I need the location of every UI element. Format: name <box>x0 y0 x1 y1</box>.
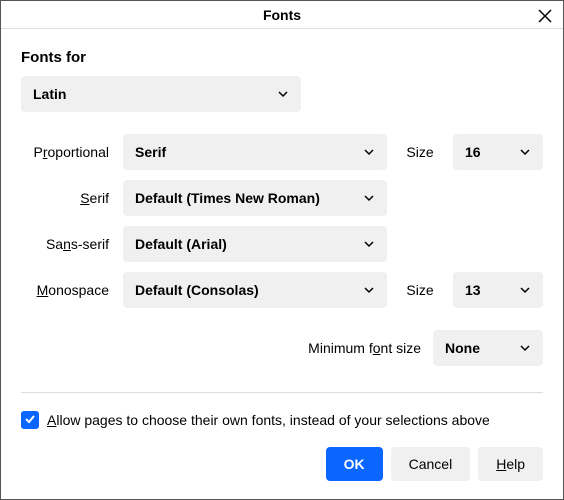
minimum-font-label: Minimum font size <box>308 340 421 356</box>
sansserif-value: Default (Arial) <box>135 236 227 252</box>
sansserif-label: Sans-serif <box>21 236 113 252</box>
monospace-size-label: Size <box>397 282 443 298</box>
ok-button[interactable]: OK <box>326 447 383 481</box>
monospace-size-select[interactable]: 13 <box>453 272 543 308</box>
monospace-select[interactable]: Default (Consolas) <box>123 272 387 308</box>
minimum-font-select[interactable]: None <box>433 330 543 366</box>
minimum-font-value: None <box>445 340 480 356</box>
chevron-down-icon <box>519 284 531 296</box>
proportional-size-label: Size <box>397 144 443 160</box>
serif-value: Default (Times New Roman) <box>135 190 320 206</box>
sansserif-select[interactable]: Default (Arial) <box>123 226 387 262</box>
language-value: Latin <box>33 86 66 102</box>
fonts-dialog: Fonts Fonts for Latin Proportional Serif… <box>0 0 564 500</box>
proportional-size-value: 16 <box>465 144 481 160</box>
proportional-size-select[interactable]: 16 <box>453 134 543 170</box>
titlebar: Fonts <box>1 1 563 29</box>
allow-pages-checkbox[interactable] <box>21 411 39 429</box>
serif-label: Serif <box>21 190 113 206</box>
proportional-label: Proportional <box>21 144 113 160</box>
chevron-down-icon <box>363 284 375 296</box>
minimum-font-row: Minimum font size None <box>21 330 543 366</box>
monospace-value: Default (Consolas) <box>135 282 259 298</box>
dialog-content: Fonts for Latin Proportional Serif Size … <box>1 29 563 429</box>
monospace-label: Monospace <box>21 282 113 298</box>
divider <box>21 392 543 393</box>
cancel-button[interactable]: Cancel <box>391 447 471 481</box>
allow-pages-row: Allow pages to choose their own fonts, i… <box>21 411 543 429</box>
chevron-down-icon <box>277 88 289 100</box>
serif-select[interactable]: Default (Times New Roman) <box>123 180 387 216</box>
language-select[interactable]: Latin <box>21 76 301 112</box>
chevron-down-icon <box>363 192 375 204</box>
proportional-select[interactable]: Serif <box>123 134 387 170</box>
chevron-down-icon <box>519 342 531 354</box>
chevron-down-icon <box>363 146 375 158</box>
chevron-down-icon <box>363 238 375 250</box>
fonts-for-label: Fonts for <box>21 49 543 66</box>
allow-pages-label: Allow pages to choose their own fonts, i… <box>47 412 490 428</box>
fonts-grid: Proportional Serif Size 16 Serif Default… <box>21 134 543 308</box>
check-icon <box>24 412 36 428</box>
dialog-footer: OK Cancel Help <box>1 429 563 499</box>
dialog-title: Fonts <box>263 7 301 23</box>
proportional-value: Serif <box>135 144 166 160</box>
close-button[interactable] <box>535 7 555 27</box>
monospace-size-value: 13 <box>465 282 481 298</box>
chevron-down-icon <box>519 146 531 158</box>
close-icon <box>538 9 552 26</box>
help-button[interactable]: Help <box>478 447 543 481</box>
